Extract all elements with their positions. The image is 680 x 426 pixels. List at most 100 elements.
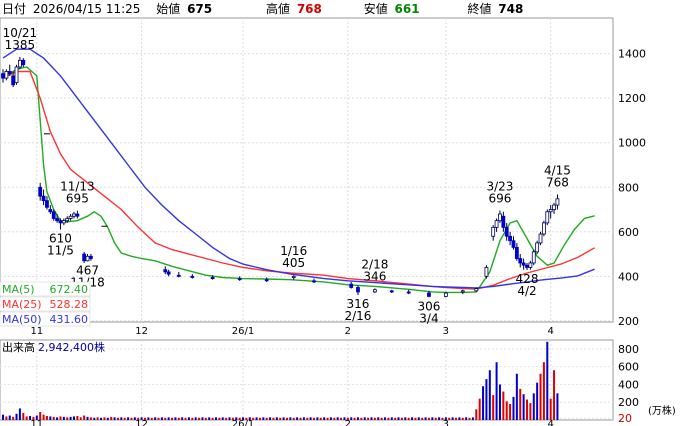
volume-bar <box>526 399 529 420</box>
price-x-tick-label: 12 <box>135 326 148 337</box>
volume-bar <box>455 417 458 420</box>
volume-bar <box>553 370 556 420</box>
volume-bar <box>512 396 515 420</box>
candle-body <box>11 75 16 86</box>
candle-body <box>427 292 431 297</box>
volume-bar <box>76 416 79 420</box>
volume-bar <box>245 417 248 420</box>
volume-bar <box>492 395 495 420</box>
volume-bar <box>127 417 130 420</box>
candle-body <box>555 198 560 206</box>
volume-bar <box>228 417 231 420</box>
candle-body <box>82 253 87 262</box>
volume-bar <box>438 417 441 420</box>
price-annotation-label: 768 <box>546 175 569 189</box>
volume-bar <box>123 417 126 420</box>
volume-bar <box>444 417 447 420</box>
candle-body <box>88 255 93 259</box>
candle-body <box>518 258 523 264</box>
candle-body <box>312 280 316 283</box>
volume-bar <box>137 417 140 420</box>
volume-bar <box>198 417 201 420</box>
volume-x-tick-label: 26/1 <box>232 419 254 426</box>
volume-bar <box>130 417 133 420</box>
volume-bar <box>458 417 461 420</box>
volume-bar <box>86 416 89 420</box>
volume-bar <box>32 416 35 420</box>
volume-bar <box>79 417 82 420</box>
volume-x-tick-label: 4 <box>547 419 553 426</box>
volume-bar <box>201 417 204 420</box>
legend-name: MA(50) <box>2 313 42 326</box>
candle-body <box>460 290 465 293</box>
volume-bar <box>211 417 214 420</box>
volume-bar <box>235 417 238 420</box>
volume-bar <box>434 417 437 420</box>
candle-body <box>68 215 73 219</box>
candle-body <box>75 213 80 217</box>
volume-bar <box>292 417 295 420</box>
candle-body <box>190 275 195 278</box>
volume-total: 2,942,400株 <box>38 340 105 354</box>
volume-x-tick-label: 2 <box>345 419 351 426</box>
candle-body <box>4 71 9 79</box>
candle-body <box>237 278 242 281</box>
candle-body <box>7 71 12 75</box>
volume-bar <box>400 417 403 420</box>
candle-body <box>55 218 59 222</box>
volume-bar <box>411 417 414 420</box>
volume-bar <box>414 417 417 420</box>
candle-body <box>535 242 540 253</box>
price-annotation-label: 4/2 <box>517 284 536 298</box>
volume-bar <box>451 417 454 420</box>
candle-body <box>58 220 63 224</box>
volume-y-tick-label: 200 <box>618 396 639 409</box>
volume-y-tick-label: 800 <box>618 343 639 356</box>
candle-body <box>65 218 70 222</box>
candle-body <box>494 220 499 228</box>
volume-bar <box>316 417 319 420</box>
volume-bar <box>194 417 197 420</box>
volume-bar <box>218 417 221 420</box>
volume-bar <box>225 417 228 420</box>
candle-body <box>372 289 377 293</box>
volume-bar <box>482 386 485 420</box>
volume-bar <box>187 417 190 420</box>
volume-bar <box>133 417 136 420</box>
candle-body <box>176 274 181 277</box>
volume-bar <box>171 417 174 420</box>
volume-bar <box>265 417 268 420</box>
volume-bar <box>302 417 305 420</box>
candle-body <box>508 235 513 242</box>
price-x-tick-label: 3 <box>443 326 449 337</box>
volume-bar <box>373 417 376 420</box>
volume-bar <box>356 417 359 420</box>
candle-body <box>291 275 296 278</box>
candle-body <box>538 233 543 244</box>
candle-body <box>528 262 533 268</box>
candle-body <box>552 204 556 210</box>
candle-body <box>548 209 553 213</box>
volume-bar <box>329 417 332 420</box>
price-chart-panel: 140012001000800600400200 11 12 26/1 2 3 4 10/… <box>0 17 646 337</box>
volume-bar <box>282 417 285 420</box>
volume-bar <box>502 391 505 420</box>
price-x-tick-label: 4 <box>547 326 553 337</box>
candle-body <box>85 255 90 262</box>
volume-bar <box>360 417 363 420</box>
volume-bar <box>407 417 410 420</box>
volume-y-tick-label: 600 <box>618 361 639 374</box>
legend-name: MA(25) <box>2 298 42 311</box>
price-x-tick-label: 11 <box>30 326 43 337</box>
volume-bar <box>519 388 522 420</box>
volume-bar <box>69 416 72 420</box>
volume-bar <box>56 417 59 420</box>
volume-bar <box>154 417 157 420</box>
legend-value: 431.60 <box>50 313 89 326</box>
volume-bar <box>164 417 167 420</box>
volume-chart-panel: 800 600 400 200 20 11 12 26/1 2 3 4 出来高 2,942,400… <box>0 339 676 426</box>
price-x-tick-label: 2 <box>345 326 351 337</box>
volume-bar <box>160 417 163 420</box>
volume-bar <box>465 417 468 420</box>
volume-bar <box>140 417 143 420</box>
